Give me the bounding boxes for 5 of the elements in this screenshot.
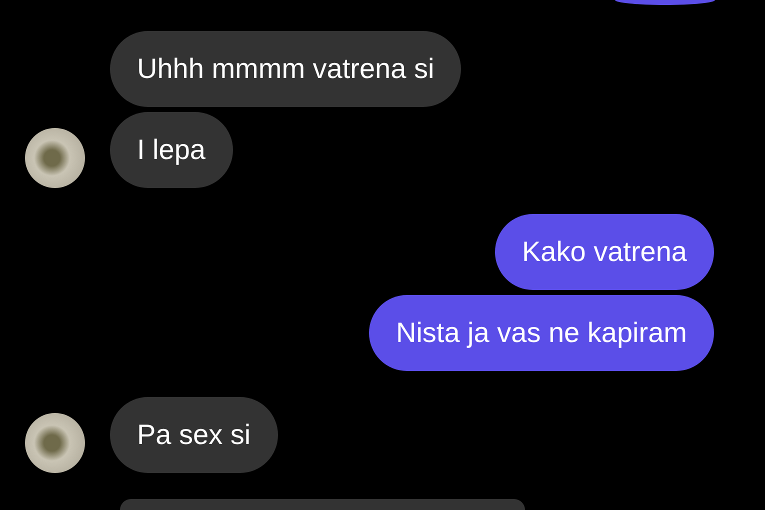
message-bubble: Nista ja vas ne kapiram bbox=[368, 295, 714, 371]
message-bubble: Pa sex si bbox=[110, 397, 278, 473]
message-bubble: Kako vatrena bbox=[495, 214, 714, 290]
message-bubble: I lepa bbox=[110, 112, 232, 188]
message-bubble: Uhhh mmmm vatrena si bbox=[110, 31, 462, 107]
